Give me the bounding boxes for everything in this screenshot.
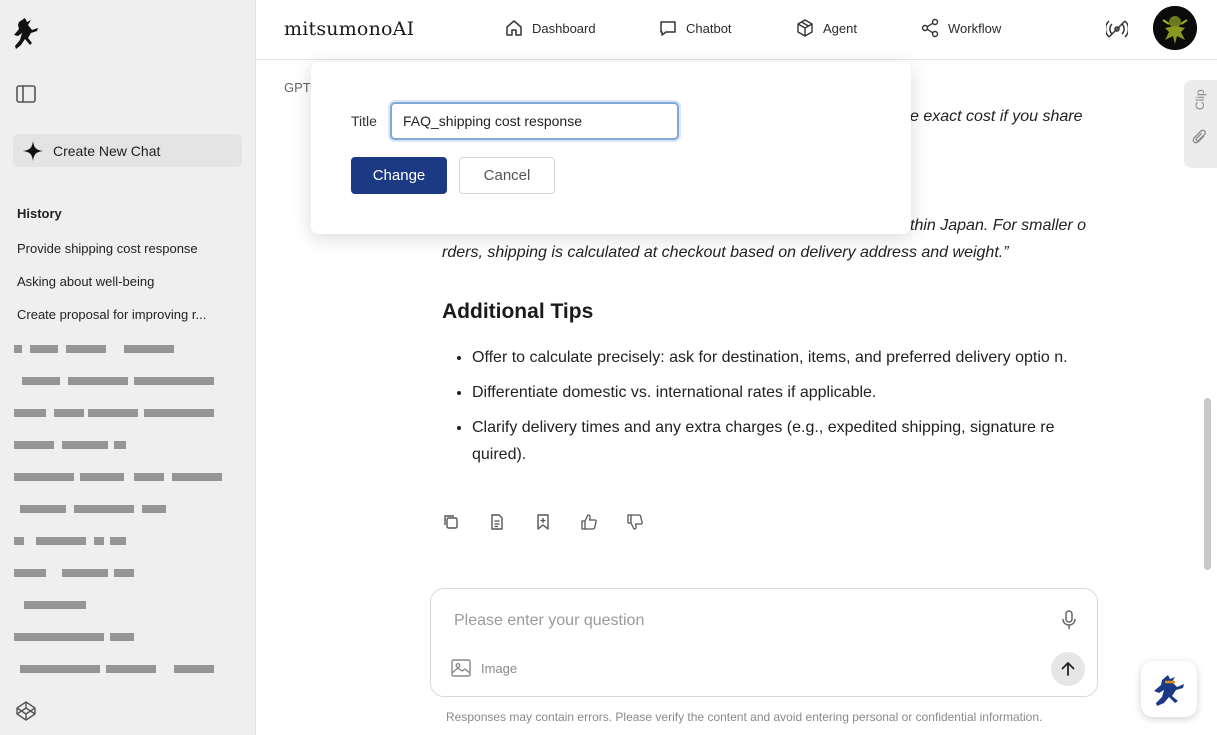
section-heading: Additional Tips [442,300,594,323]
ninja-mascot-icon [1154,675,1184,706]
tips-list: Offer to calculate precisely: ask for de… [442,344,1102,468]
response-paragraph-fragment: e exact cost if you share [910,108,1083,125]
change-button[interactable]: Change [351,157,447,194]
rename-dialog: Title Change Cancel [311,62,911,234]
image-icon [451,659,471,677]
nav-workflow[interactable]: Workflow [920,18,1001,38]
blurred-history-item[interactable] [14,436,234,468]
nav-dashboard[interactable]: Dashboard [504,18,596,38]
history-list: Provide shipping cost response Asking ab… [17,241,232,340]
clip-side-tab[interactable]: Clip [1184,80,1217,168]
chat-composer: Image [430,588,1098,697]
broadcast-off-icon[interactable] [1106,18,1128,40]
history-item[interactable]: Provide shipping cost response [17,241,232,274]
assistant-launcher-button[interactable] [1141,661,1197,717]
image-upload-label: Image [481,660,518,676]
avatar-image-icon [1153,6,1197,50]
blurred-history-item[interactable] [14,340,234,372]
home-icon [506,20,522,36]
disclaimer-text: Responses may contain errors. Please ver… [446,710,1043,724]
title-input[interactable] [390,102,679,140]
create-new-chat-label: Create New Chat [53,142,161,159]
share-icon [921,18,939,38]
brand-title[interactable]: mitsumonoAI [284,18,414,40]
nav-agent-label: Agent [823,20,857,36]
title-label: Title [351,113,377,129]
blurred-history-item[interactable] [14,532,234,564]
bookmark-add-icon[interactable] [534,513,552,531]
arrow-up-icon [1061,662,1075,676]
blurred-history-item[interactable] [14,468,234,500]
list-item: Clarify delivery times and any extra cha… [472,414,1102,468]
ninja-logo-icon[interactable] [10,16,42,50]
user-avatar[interactable] [1153,6,1197,50]
blurred-history-item[interactable] [14,628,234,660]
sidebar-toggle-icon[interactable] [15,83,37,105]
history-item[interactable]: Asking about well-being [17,274,232,307]
blurred-history-item[interactable] [14,404,234,436]
model-label: GPT [284,80,311,95]
image-upload-button[interactable]: Image [450,657,517,679]
clip-label: Clip [1193,89,1207,110]
response-body: thin Japan. For smaller o rders, shippin… [442,212,1102,476]
send-button[interactable] [1051,652,1085,686]
thumbs-up-icon[interactable] [580,513,598,531]
message-actions [442,513,672,531]
nav-chatbot[interactable]: Chatbot [658,18,732,38]
box-icon [797,19,813,37]
sidebar: Create New Chat History Provide shipping… [0,0,256,735]
sparkle-icon [23,140,43,161]
nav-workflow-label: Workflow [948,20,1002,36]
list-item: Differentiate domestic vs. international… [472,379,1102,406]
history-item[interactable]: Create proposal for improving r... [17,307,232,340]
blurred-history-item[interactable] [14,372,234,404]
history-heading: History [17,206,62,221]
copy-icon[interactable] [442,513,460,531]
create-new-chat-button[interactable]: Create New Chat [13,134,242,167]
scrollbar-thumb[interactable] [1204,398,1211,570]
chat-icon [660,21,676,36]
microphone-icon[interactable] [1059,609,1079,631]
top-header: mitsumonoAI Dashboard Chatbot Agent Work… [256,0,1217,60]
thumbs-down-icon[interactable] [626,513,644,531]
nav-dashboard-label: Dashboard [532,20,596,36]
blurred-history-item[interactable] [14,660,234,692]
blurred-history-item[interactable] [14,564,234,596]
cancel-button[interactable]: Cancel [459,157,555,194]
list-item: Offer to calculate precisely: ask for de… [472,344,1102,371]
document-icon[interactable] [488,513,506,531]
blurred-history-list [14,340,234,692]
nav-chatbot-label: Chatbot [686,20,732,36]
question-input[interactable] [454,607,1034,635]
blurred-history-item[interactable] [14,500,234,532]
response-paragraph-line: rders, shipping is calculated at checkou… [442,244,1009,261]
paperclip-icon [1192,129,1206,144]
blurred-history-item[interactable] [14,596,234,628]
codepen-icon[interactable] [15,700,37,722]
nav-agent[interactable]: Agent [795,18,857,38]
